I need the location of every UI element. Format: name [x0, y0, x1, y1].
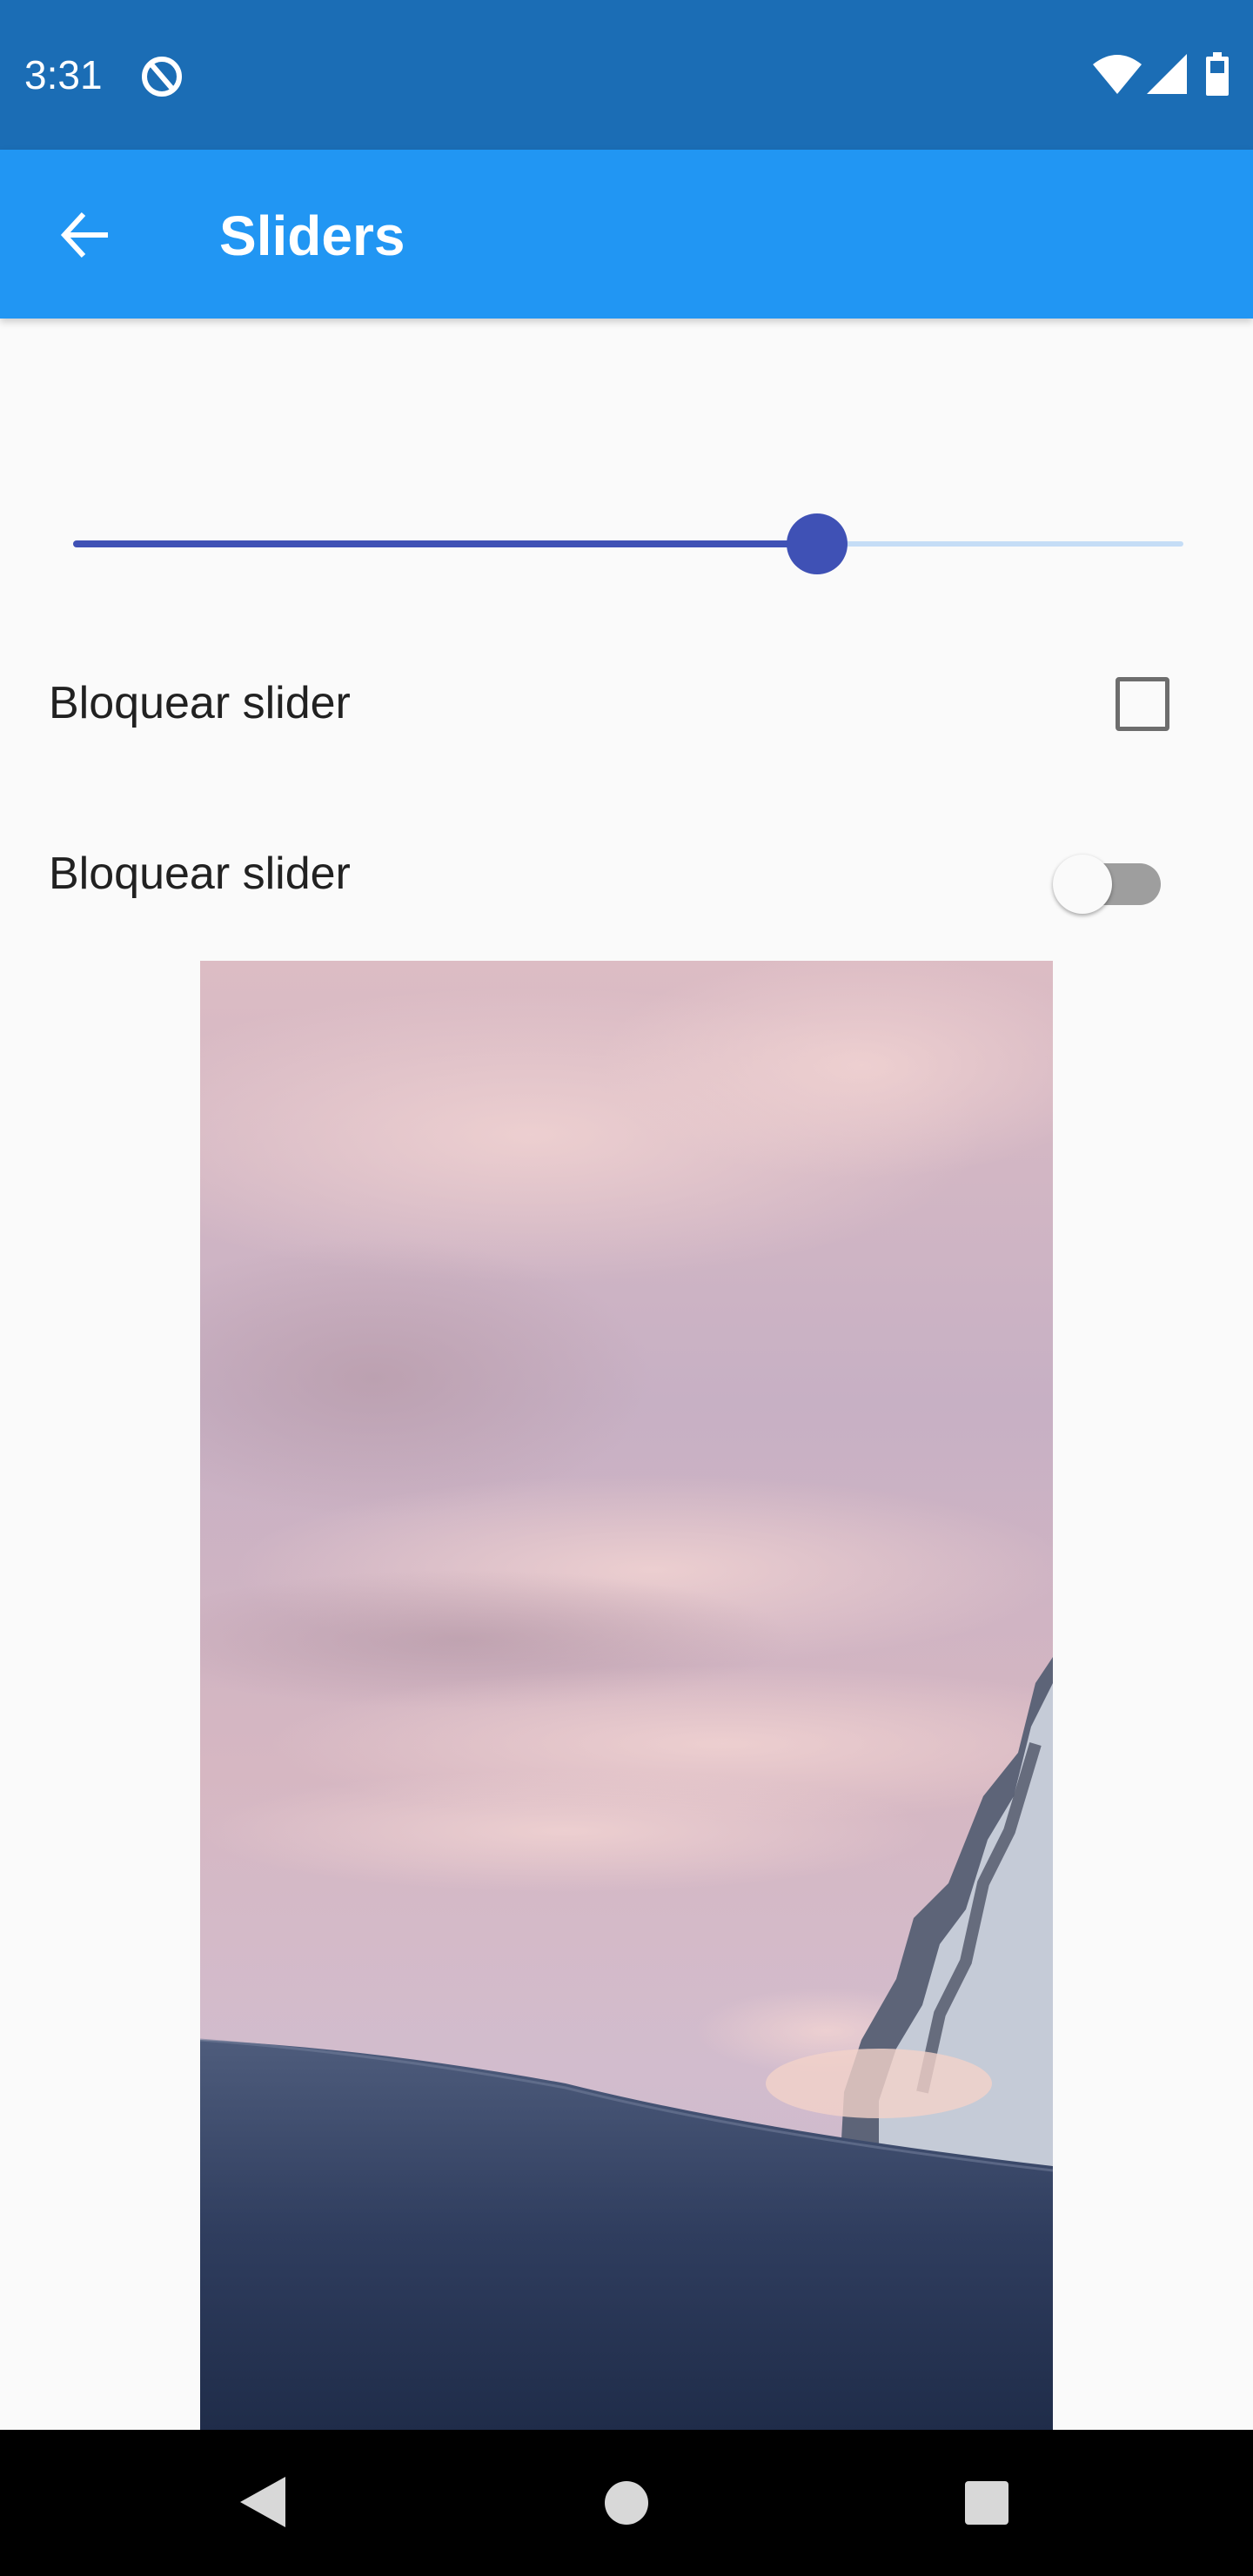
slider-thumb[interactable] — [787, 513, 848, 574]
lock-slider-switch[interactable] — [1053, 842, 1166, 914]
navigation-bar — [0, 2430, 1253, 2576]
lock-slider-checkbox-row[interactable]: Bloquear slider — [0, 634, 1253, 773]
checkbox-label: Bloquear slider — [49, 678, 351, 728]
page-title: Sliders — [219, 205, 405, 267]
nav-back-icon[interactable] — [237, 2473, 289, 2531]
arrow-back-icon — [60, 211, 108, 258]
nav-recents-icon[interactable] — [964, 2480, 1009, 2526]
slider-active-track — [73, 540, 817, 547]
status-time: 3:31 — [24, 52, 103, 97]
switch-thumb — [1053, 855, 1112, 914]
cast-status-icon — [142, 57, 182, 97]
mountain-photo — [200, 961, 1053, 2432]
battery-icon — [1206, 52, 1229, 96]
value-slider[interactable] — [73, 513, 1183, 574]
lock-slider-switch-row[interactable]: Bloquear slider — [0, 804, 1253, 943]
status-bar: 3:31 — [0, 0, 1253, 150]
wifi-icon — [1093, 55, 1142, 94]
back-button[interactable] — [42, 191, 129, 278]
app-bar: Sliders — [0, 150, 1253, 319]
screen: 3:31 Sliders Bloquear slider Bloquear sl… — [0, 0, 1253, 2576]
lock-slider-checkbox[interactable] — [1116, 677, 1169, 731]
switch-label: Bloquear slider — [49, 849, 351, 899]
nav-home-icon[interactable] — [604, 2480, 649, 2526]
cell-signal-icon — [1147, 54, 1187, 94]
